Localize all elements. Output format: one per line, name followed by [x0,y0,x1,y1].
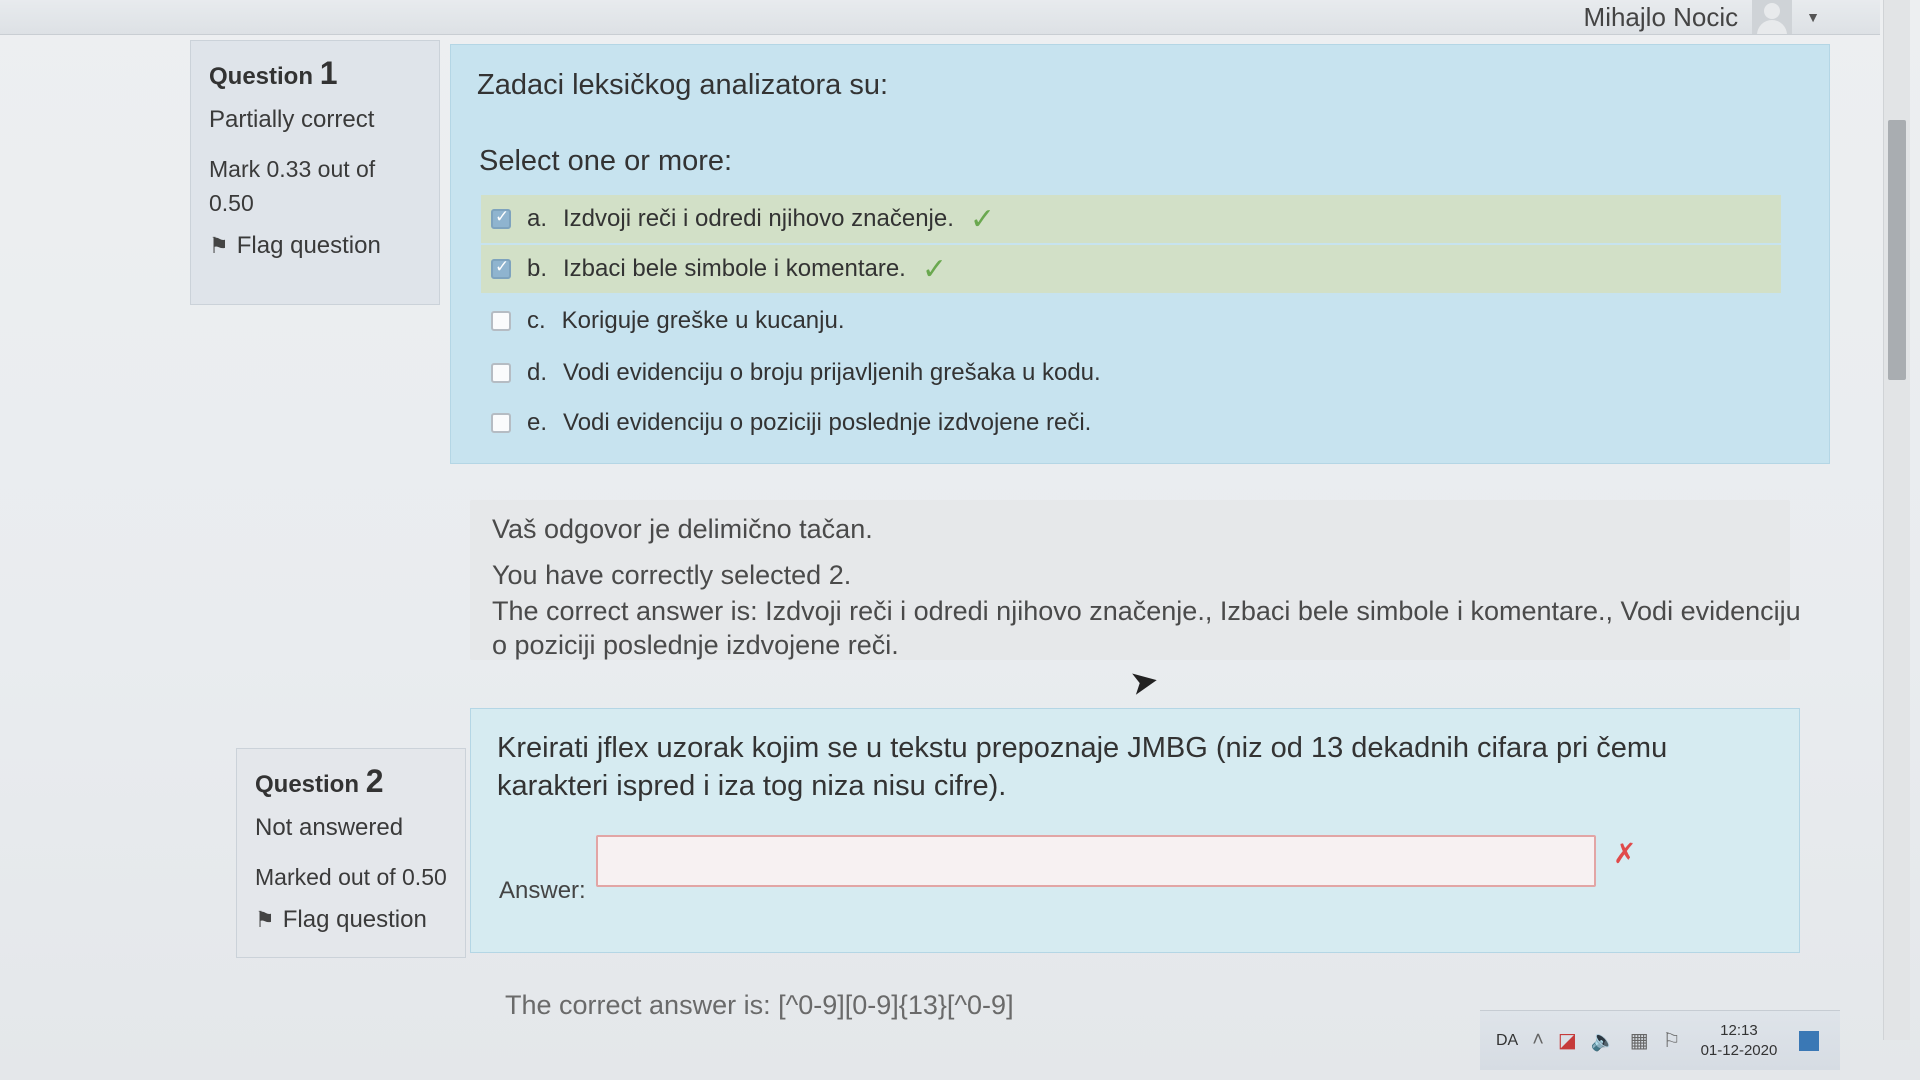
action-center-icon[interactable]: ⚐ [1663,1028,1681,1053]
volume-icon[interactable]: 🔈 [1591,1028,1616,1053]
grade-line-1: Mark 0.33 out of [209,156,376,182]
checkbox[interactable] [491,257,511,279]
option-e[interactable]: e. Vodi evidenciju o poziciji poslednje … [481,399,1091,447]
grade-line-2: 0.50 [209,190,254,216]
question-2-content: Kreirati jflex uzorak kojim se u tekstu … [470,708,1800,953]
feedback-correct-answer-1: The correct answer is: Izdvoji reči i od… [492,596,1801,626]
chevron-down-icon[interactable]: ▼ [1806,9,1820,25]
antivirus-icon[interactable]: ◪ [1558,1028,1577,1053]
answer-input[interactable] [596,835,1596,887]
option-text: Koriguje greške u kucanju. [561,307,845,334]
option-text: Izdvoji reči i odredi njihovo značenje. [563,205,954,232]
question-1-content: Zadaci leksičkog analizatora su: Select … [450,44,1830,464]
option-c[interactable]: c. Koriguje greške u kucanju. [481,297,845,345]
correct-check-icon: ✓ [921,252,947,286]
option-a[interactable]: a. Izdvoji reči i odredi njihovo značenj… [481,195,1781,243]
feedback-correct-answer-2: o poziciji poslednje izdvojene reči. [492,630,899,660]
option-letter: c. [527,307,546,334]
flag-question-2[interactable]: ⚑ Flag question [255,906,449,934]
option-letter: e. [527,409,548,436]
quiz-review-page: Mihajlo Nocic ▼ Question 1 Partially cor… [0,0,1920,1080]
clock-date: 01-12-2020 [1700,1041,1778,1059]
flag-question-1[interactable]: ⚑ Flag question [209,232,423,260]
scrollbar-thumb[interactable] [1888,120,1906,380]
option-letter: a. [527,205,548,232]
mouse-cursor-icon: ➤ [1126,660,1162,704]
flag-icon[interactable]: ⚑ [255,907,275,933]
clock[interactable]: 12:13 01-12-2020 [1701,1021,1778,1061]
question-2-grade: Marked out of 0.50 [255,864,447,890]
clock-time: 12:13 [1720,1021,1758,1039]
avatar[interactable] [1752,0,1793,34]
top-navbar: Mihajlo Nocic ▼ [0,0,1880,35]
feedback-summary: Vaš odgovor je delimično tačan. [492,514,873,544]
question-number: 1 [319,55,338,91]
question-1-number: Question 1 [209,55,423,92]
system-tray: DA ˄ ◪ 🔈 ▦ ⚐ 12:13 01-12-2020 [1480,1010,1840,1070]
option-b[interactable]: b. Izbaci bele simbole i komentare. ✓ [481,245,1781,293]
question-1-info: Question 1 Partially correct Mark 0.33 o… [190,40,440,305]
question-2-number: Question 2 [255,763,449,800]
select-instruction: Select one or more: [479,145,733,177]
checkbox[interactable] [491,363,511,383]
checkbox[interactable] [491,413,511,433]
user-menu[interactable]: Mihajlo Nocic ▼ [1584,0,1820,34]
question-number: 2 [365,763,384,799]
question-1-state: Partially correct [209,106,375,133]
flag-label[interactable]: Flag question [237,232,381,260]
question-2-correct-answer: The correct answer is: [^0-9][0-9]{13}[^… [505,990,1014,1020]
question-2-prompt: Kreirati jflex uzorak kojim se u tekstu … [497,732,1668,802]
checkbox[interactable] [491,207,511,229]
option-letter: d. [527,359,548,386]
question-2-state: Not answered [255,814,404,841]
option-text: Vodi evidenciju o poziciji poslednje izd… [563,409,1092,436]
flag-label[interactable]: Flag question [283,906,427,934]
scrollbar[interactable] [1883,0,1910,1040]
incorrect-x-icon: ✗ [1613,838,1637,869]
option-text: Vodi evidenciju o broju prijavljenih gre… [563,359,1101,386]
question-1-prompt: Zadaci leksičkog analizatora su: [477,69,889,101]
chevron-up-icon[interactable]: ˄ [1532,1029,1544,1052]
question-1-feedback: Vaš odgovor je delimično tačan. You have… [470,500,1801,660]
network-icon[interactable]: ▦ [1630,1028,1649,1053]
question-label: Question [209,63,314,90]
flag-icon[interactable]: ⚑ [209,233,229,259]
checkbox[interactable] [491,311,511,331]
show-desktop-button[interactable] [1799,1030,1820,1051]
option-letter: b. [527,255,548,282]
option-d[interactable]: d. Vodi evidenciju o broju prijavljenih … [481,349,1101,397]
question-2-info: Question 2 Not answered Marked out of 0.… [236,748,466,958]
option-text: Izbaci bele simbole i komentare. [563,255,906,282]
language-indicator[interactable]: DA [1496,1032,1518,1050]
feedback-selected: You have correctly selected 2. [492,560,852,590]
answer-label: Answer: [499,877,586,904]
user-name[interactable]: Mihajlo Nocic [1584,2,1739,33]
correct-check-icon: ✓ [969,202,996,236]
question-1-grade: Mark 0.33 out of 0.50 [209,152,423,220]
question-label: Question [255,771,360,798]
